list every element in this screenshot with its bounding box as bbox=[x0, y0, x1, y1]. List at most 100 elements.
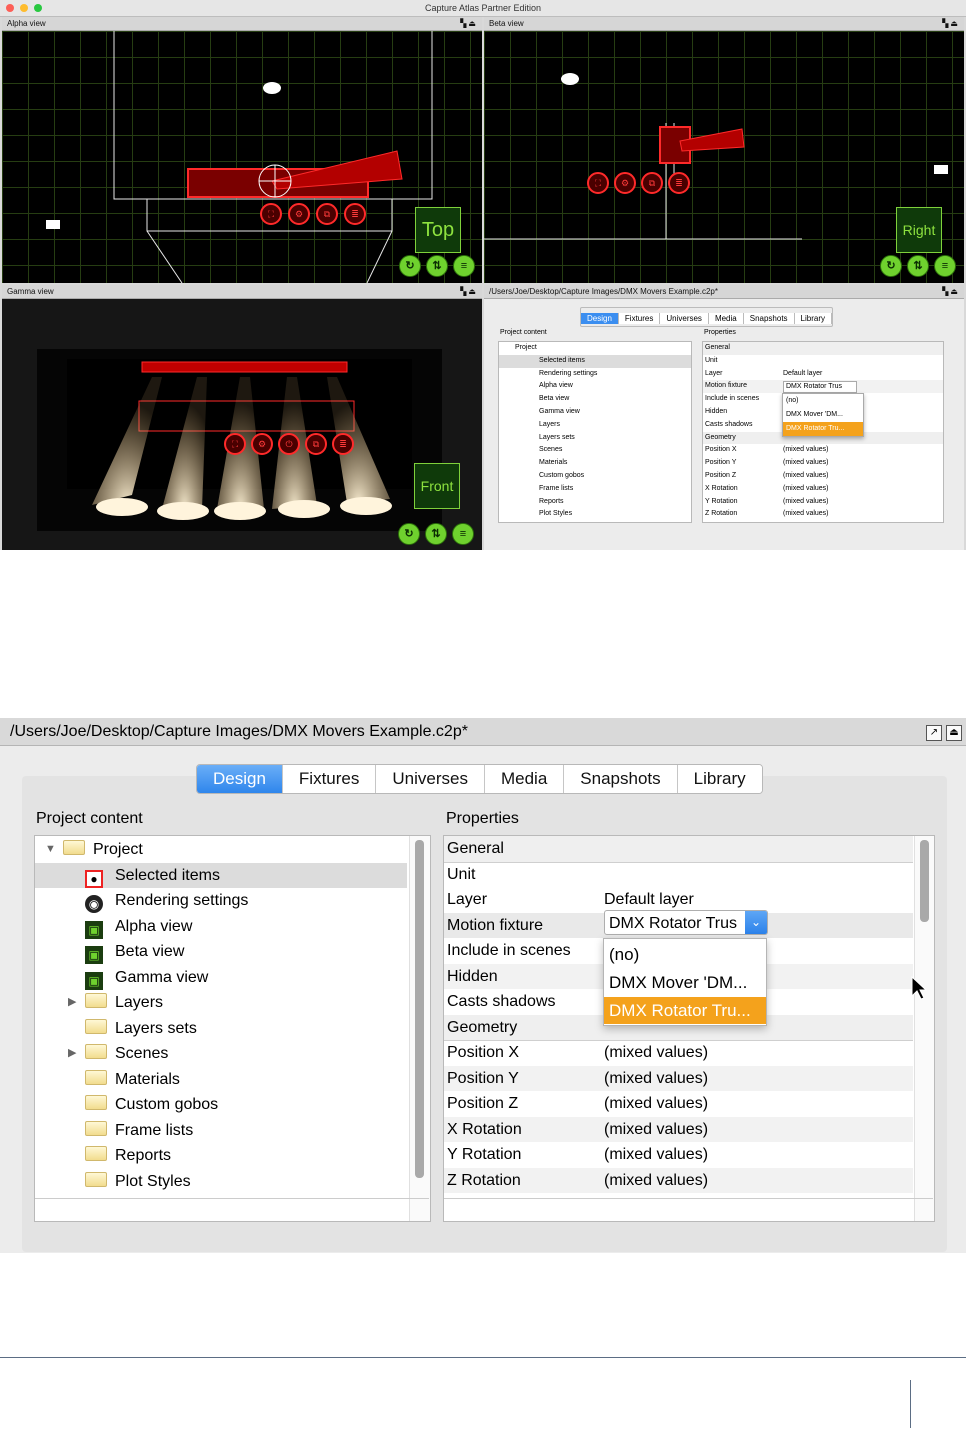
small-tree-row[interactable]: Custom gobos bbox=[499, 470, 691, 483]
small-motion-fixture-dropdown[interactable]: DMX Rotator Trus bbox=[783, 381, 858, 394]
tree-row-frame-lists[interactable]: Frame lists bbox=[35, 1118, 407, 1144]
tree-row-selected-items[interactable]: ● Selected items bbox=[35, 862, 407, 888]
pin-icon[interactable]: ↗ bbox=[926, 725, 942, 741]
pin-icon[interactable]: ▚⏏ bbox=[460, 285, 478, 298]
prop-row-position-y[interactable]: Position Y (mixed values) bbox=[444, 1065, 913, 1091]
tree-row-rendering-settings[interactable]: ◉ Rendering settings bbox=[35, 888, 407, 914]
popup-option-dmx-mover[interactable]: DMX Mover 'DM... bbox=[604, 969, 766, 996]
small-motion-fixture-popup[interactable]: (no) DMX Mover 'DM... DMX Rotator Tru... bbox=[782, 393, 864, 437]
rotate-icon[interactable]: ↻ bbox=[398, 523, 420, 545]
tree-row-scenes[interactable]: ▶ Scenes bbox=[35, 1041, 407, 1067]
power-icon[interactable]: ⏻ bbox=[278, 433, 300, 455]
prop-row-x-rotation[interactable]: X Rotation (mixed values) bbox=[444, 1116, 913, 1142]
zoom-icon[interactable]: ⇅ bbox=[907, 255, 929, 277]
tab-library[interactable]: Library bbox=[677, 765, 762, 793]
popup-option-no[interactable]: (no) bbox=[604, 941, 766, 968]
pin-icon[interactable]: ▚⏏ bbox=[942, 17, 960, 30]
alpha-viewport[interactable]: ⛶ ⚙ ⧉ ≣ Top ↻ ⇅ ≡ bbox=[2, 31, 482, 283]
fit-icon[interactable]: ⛶ bbox=[224, 433, 246, 455]
collapsed-triangle-icon[interactable]: ▶ bbox=[68, 990, 76, 1016]
small-tree-row[interactable]: Project bbox=[499, 342, 691, 355]
small-tab-fixtures[interactable]: Fixtures bbox=[618, 313, 661, 324]
tree-row-custom-gobos[interactable]: Custom gobos bbox=[35, 1092, 407, 1118]
fit-icon[interactable]: ⛶ bbox=[260, 203, 282, 225]
gamma-viewport[interactable]: ⛶ ⚙ ⏻ ⧉ ≣ Front ↻ ⇅ ≡ bbox=[2, 299, 482, 550]
close-window-button[interactable] bbox=[6, 4, 14, 12]
zoom-window-button[interactable] bbox=[34, 4, 42, 12]
tree-scrollbar-thumb[interactable] bbox=[415, 840, 424, 1178]
collapsed-triangle-icon[interactable]: ▶ bbox=[68, 1041, 76, 1067]
prop-row-unit[interactable]: Unit bbox=[444, 862, 913, 888]
copy-icon[interactable]: ⧉ bbox=[305, 433, 327, 455]
tab-fixtures[interactable]: Fixtures bbox=[282, 765, 377, 793]
rotate-icon[interactable]: ↻ bbox=[399, 255, 421, 277]
gear-icon[interactable]: ⚙ bbox=[614, 172, 636, 194]
tree-row-plot-styles[interactable]: Plot Styles bbox=[35, 1169, 407, 1195]
list-icon[interactable]: ≣ bbox=[668, 172, 690, 194]
tab-universes[interactable]: Universes bbox=[376, 765, 485, 793]
small-tree-row[interactable]: Scenes bbox=[499, 444, 691, 457]
list-icon[interactable]: ≣ bbox=[332, 433, 354, 455]
right-view-button[interactable]: Right bbox=[896, 207, 942, 253]
menu-icon[interactable]: ≡ bbox=[453, 255, 475, 277]
small-tab-library[interactable]: Library bbox=[794, 313, 832, 324]
project-tree[interactable]: ▼ Project ● Selected items ◉ Rendering s… bbox=[34, 835, 431, 1222]
tab-media[interactable]: Media bbox=[484, 765, 565, 793]
tree-row-gamma-view[interactable]: ▣ Gamma view bbox=[35, 965, 407, 991]
tree-scrollbar[interactable] bbox=[409, 836, 430, 1221]
tree-row-beta-view[interactable]: ▣ Beta view bbox=[35, 939, 407, 965]
top-view-button[interactable]: Top bbox=[415, 207, 461, 253]
prop-row-z-rotation[interactable]: Z Rotation (mixed values) bbox=[444, 1167, 913, 1193]
rotate-icon[interactable]: ↻ bbox=[880, 255, 902, 277]
small-popup-option[interactable]: DMX Rotator Tru... bbox=[783, 422, 863, 436]
small-project-tree[interactable]: Project Selected items Rendering setting… bbox=[498, 341, 692, 523]
small-tab-universes[interactable]: Universes bbox=[660, 313, 709, 324]
small-tab-media[interactable]: Media bbox=[708, 313, 744, 324]
beta-viewport[interactable]: ⛶ ⚙ ⧉ ≣ Right ↻ ⇅ ≡ bbox=[484, 31, 964, 283]
motion-fixture-popup[interactable]: (no) DMX Mover 'DM... DMX Rotator Tru... bbox=[603, 938, 767, 1026]
pin-icon[interactable]: ▚⏏ bbox=[942, 285, 960, 298]
tree-row-reports[interactable]: Reports bbox=[35, 1143, 407, 1169]
properties-scrollbar-thumb[interactable] bbox=[920, 840, 929, 922]
motion-fixture-dropdown[interactable]: DMX Rotator Trus ⌄ bbox=[604, 910, 768, 935]
small-tree-row[interactable]: Beta view bbox=[499, 393, 691, 406]
menu-icon[interactable]: ≡ bbox=[934, 255, 956, 277]
small-tab-snapshots[interactable]: Snapshots bbox=[743, 313, 795, 324]
small-tree-row[interactable]: Selected items bbox=[499, 354, 691, 368]
prop-row-y-rotation[interactable]: Y Rotation (mixed values) bbox=[444, 1142, 913, 1168]
prop-row-position-x[interactable]: Position X (mixed values) bbox=[444, 1040, 913, 1066]
list-icon[interactable]: ≣ bbox=[344, 203, 366, 225]
tab-design[interactable]: Design bbox=[197, 765, 283, 793]
expanded-triangle-icon[interactable]: ▼ bbox=[45, 837, 56, 863]
properties-table[interactable]: General Unit Layer Default layer Motion f… bbox=[443, 835, 935, 1222]
small-tree-row[interactable]: Frame lists bbox=[499, 483, 691, 496]
tree-row-layers[interactable]: ▶ Layers bbox=[35, 990, 407, 1016]
properties-scrollbar[interactable] bbox=[914, 836, 934, 1221]
tab-snapshots[interactable]: Snapshots bbox=[564, 765, 678, 793]
minimize-window-button[interactable] bbox=[20, 4, 28, 12]
small-tree-row[interactable]: Reports bbox=[499, 496, 691, 509]
small-tree-row[interactable]: Layers sets bbox=[499, 432, 691, 445]
small-tree-row[interactable]: Rendering settings bbox=[499, 368, 691, 381]
eject-icon[interactable]: ⏏ bbox=[946, 725, 962, 741]
prop-row-position-z[interactable]: Position Z (mixed values) bbox=[444, 1091, 913, 1117]
small-popup-option[interactable]: (no) bbox=[783, 394, 863, 408]
chevron-down-icon[interactable]: ⌄ bbox=[745, 911, 767, 934]
menu-icon[interactable]: ≡ bbox=[452, 523, 474, 545]
front-view-button[interactable]: Front bbox=[414, 463, 460, 509]
prop-row-layer[interactable]: Layer Default layer bbox=[444, 887, 913, 913]
tree-row-materials[interactable]: Materials bbox=[35, 1067, 407, 1093]
gear-icon[interactable]: ⚙ bbox=[251, 433, 273, 455]
zoom-icon[interactable]: ⇅ bbox=[426, 255, 448, 277]
copy-icon[interactable]: ⧉ bbox=[316, 203, 338, 225]
small-tab-design[interactable]: Design bbox=[581, 313, 619, 324]
fit-icon[interactable]: ⛶ bbox=[587, 172, 609, 194]
tree-row-project[interactable]: ▼ Project bbox=[35, 837, 409, 863]
small-tree-row[interactable]: Gamma view bbox=[499, 406, 691, 419]
small-tree-row[interactable]: Layers bbox=[499, 419, 691, 432]
copy-icon[interactable]: ⧉ bbox=[641, 172, 663, 194]
small-tree-row[interactable]: Alpha view bbox=[499, 380, 691, 393]
pin-icon[interactable]: ▚⏏ bbox=[460, 17, 478, 30]
small-popup-option[interactable]: DMX Mover 'DM... bbox=[783, 408, 863, 422]
tree-row-alpha-view[interactable]: ▣ Alpha view bbox=[35, 914, 407, 940]
